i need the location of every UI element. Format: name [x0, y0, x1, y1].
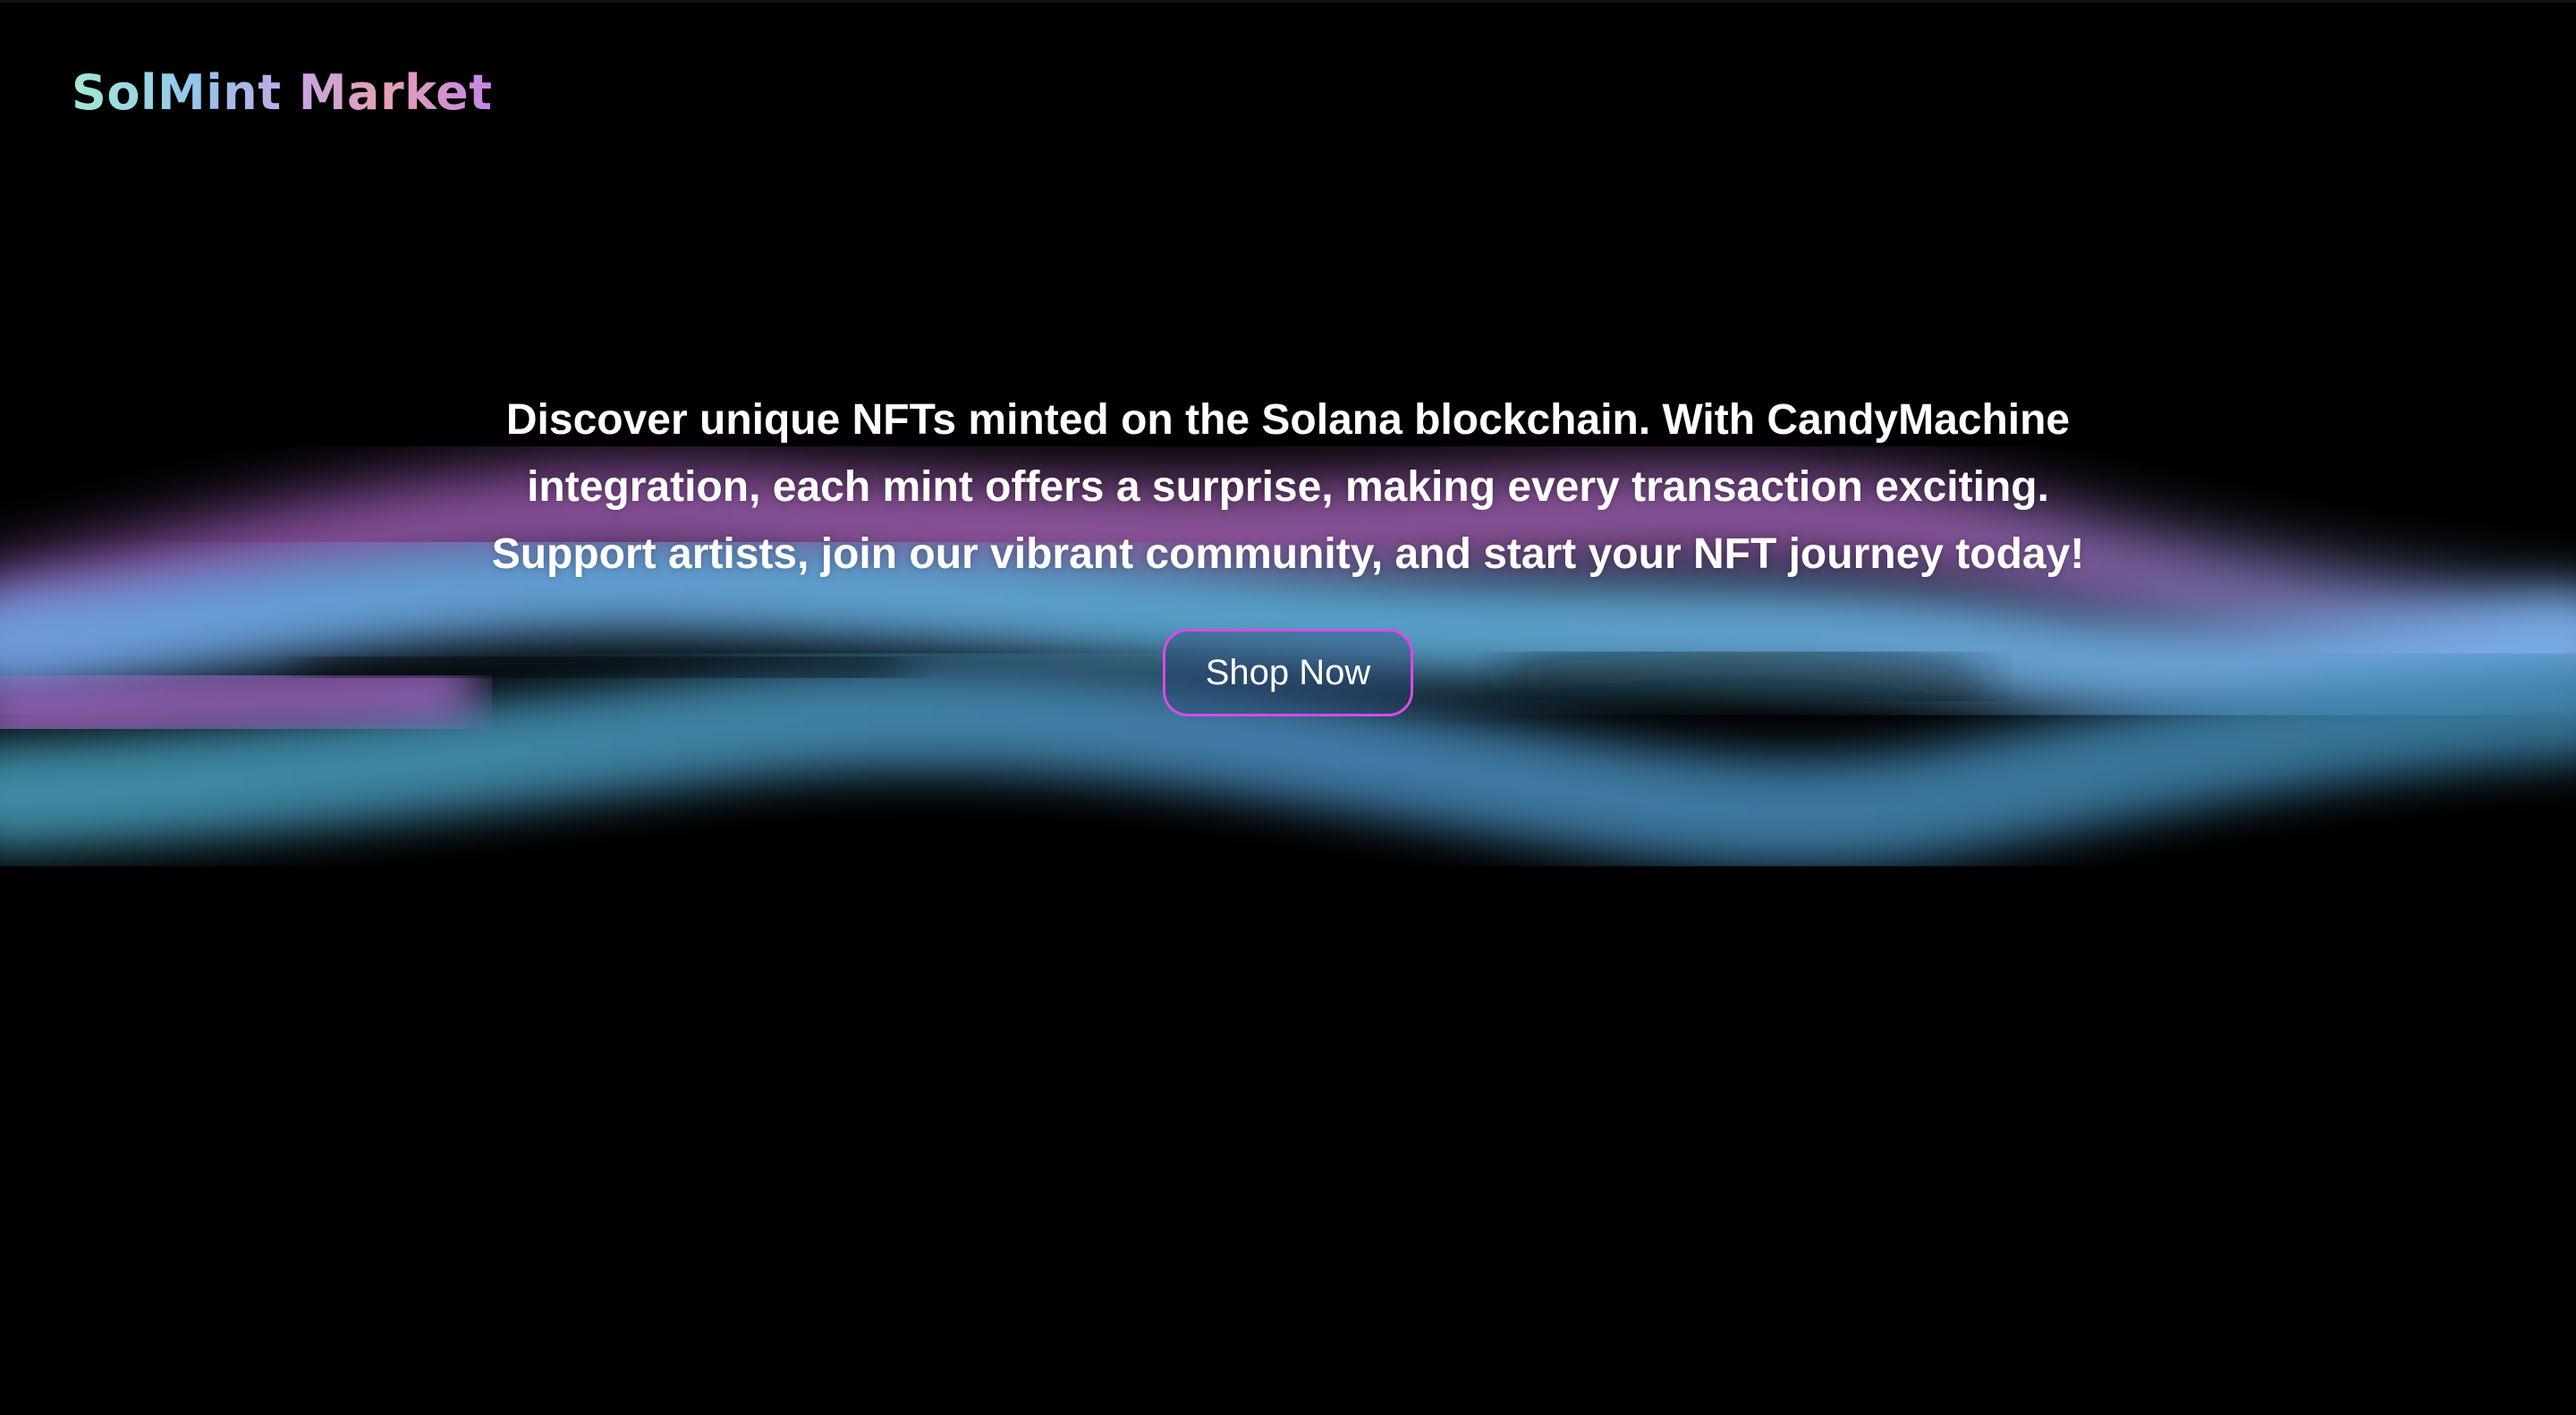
hero-description: Discover unique NFTs minted on the Solan…	[491, 396, 2085, 578]
shop-now-button[interactable]: Shop Now	[1163, 629, 1413, 716]
landing-page: SolMint Market Discover unique NFTs mint…	[0, 0, 2576, 1415]
hero-section: Discover unique NFTs minted on the Solan…	[483, 386, 2093, 716]
top-border	[0, 0, 2576, 3]
site-logo[interactable]: SolMint Market	[72, 64, 493, 121]
